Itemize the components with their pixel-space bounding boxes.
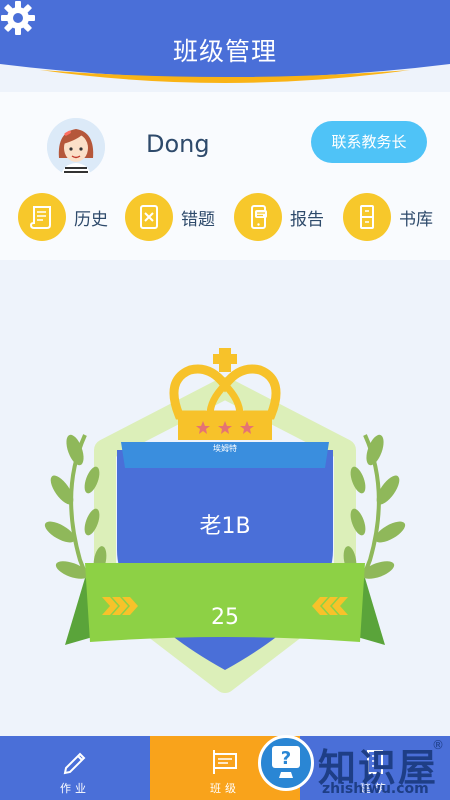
shortcut-history-label: 历史 — [74, 209, 108, 230]
wrong-paper-icon — [125, 193, 173, 241]
avatar[interactable] — [47, 118, 105, 176]
contact-director-button[interactable]: 联系教务长 — [311, 121, 427, 163]
svg-text:?: ? — [281, 748, 291, 769]
class-board-icon — [213, 750, 237, 774]
shortcut-history[interactable]: 历史 — [18, 192, 108, 242]
shortcut-report-label: 报告 — [290, 209, 324, 230]
shortcut-library-label: 书库 — [399, 209, 433, 230]
watermark-registered: ® — [432, 738, 444, 752]
page-title: 班级管理 — [172, 37, 277, 66]
shortcut-report[interactable]: 报告 — [234, 192, 324, 242]
header-bar: 班级管理 — [0, 0, 450, 92]
badge-subtitle: 埃姆特 — [213, 444, 237, 453]
crest-graphic — [44, 348, 406, 693]
profile-section: Dong 联系教务长 历史 错题 报告 书库 — [0, 92, 450, 260]
watermark-logo: ? — [258, 735, 314, 791]
tab-homework-label: 作业 — [60, 782, 90, 795]
girl-avatar-icon — [47, 118, 105, 176]
question-monitor-icon: ? — [272, 746, 300, 778]
class-name: 老1B — [199, 514, 251, 539]
watermark-domain: zhishiwu.com — [322, 781, 429, 797]
shortcut-library[interactable]: 书库 — [343, 192, 433, 242]
shortcut-wrong-questions-label: 错题 — [181, 209, 215, 230]
settings-gear-icon[interactable] — [0, 0, 36, 36]
class-count: 25 — [211, 605, 239, 630]
phone-report-icon — [234, 193, 282, 241]
scroll-icon — [18, 193, 66, 241]
bookshelf-icon — [343, 193, 391, 241]
shortcut-wrong-questions[interactable]: 错题 — [125, 192, 215, 242]
class-badge: 埃姆特 老1B 25 — [0, 260, 450, 736]
tab-homework[interactable]: 作业 — [0, 736, 150, 800]
pencil-icon — [63, 752, 86, 775]
username: Dong — [146, 130, 210, 158]
shortcut-row: 历史 错题 报告 书库 — [0, 192, 450, 246]
